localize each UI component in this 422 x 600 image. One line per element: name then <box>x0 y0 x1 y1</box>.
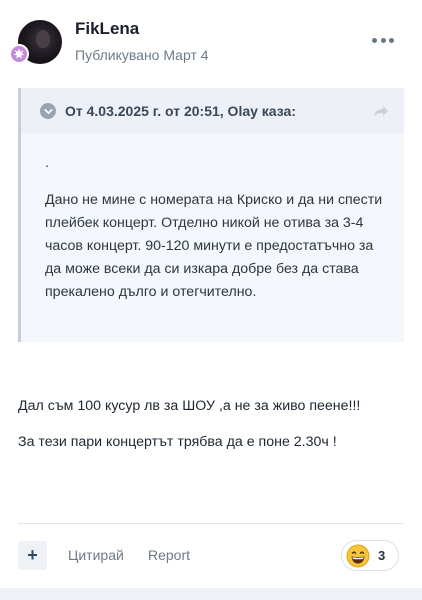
chevron-down-icon[interactable] <box>40 103 56 119</box>
quote-header: От 4.03.2025 г. от 20:51, Olay каза: <box>21 88 404 134</box>
bottom-bar <box>0 588 422 600</box>
post-date: Публикувано Март 4 <box>75 47 209 63</box>
rank-badge-icon <box>9 44 29 64</box>
share-arrow-icon[interactable] <box>373 105 389 117</box>
reaction-count: 3 <box>378 548 386 563</box>
quote-block: От 4.03.2025 г. от 20:51, Olay каза: . Д… <box>18 88 404 342</box>
post-text-line: Дал съм 100 кусур лв за ШОУ ,а не за жив… <box>18 398 361 414</box>
ellipsis-icon <box>372 37 377 43</box>
avatar-container <box>9 20 62 64</box>
reaction-badge[interactable]: 3 <box>341 540 399 571</box>
ellipsis-icon <box>380 37 386 43</box>
report-button[interactable]: Report <box>148 547 190 563</box>
forum-post: FikLena Публикувано Март 4 От 4.03.2025 … <box>0 0 422 600</box>
grinning-face-icon <box>346 544 370 568</box>
author-name[interactable]: FikLena <box>75 19 139 39</box>
quote-body: . Дано не мине с номерата на Криско и да… <box>45 152 391 304</box>
quote-dot: . <box>45 155 49 171</box>
post-text-line: За тези пари концертът трябва да е поне … <box>18 434 337 450</box>
add-reaction-button[interactable]: + <box>18 541 47 570</box>
quote-button[interactable]: Цитирай <box>68 547 124 563</box>
ellipsis-icon <box>389 37 394 43</box>
quote-text: Дано не мине с номерата на Криско и да н… <box>45 192 383 300</box>
divider <box>18 523 404 524</box>
quote-citation[interactable]: От 4.03.2025 г. от 20:51, Olay каза: <box>65 103 296 119</box>
more-options-button[interactable] <box>372 34 394 46</box>
